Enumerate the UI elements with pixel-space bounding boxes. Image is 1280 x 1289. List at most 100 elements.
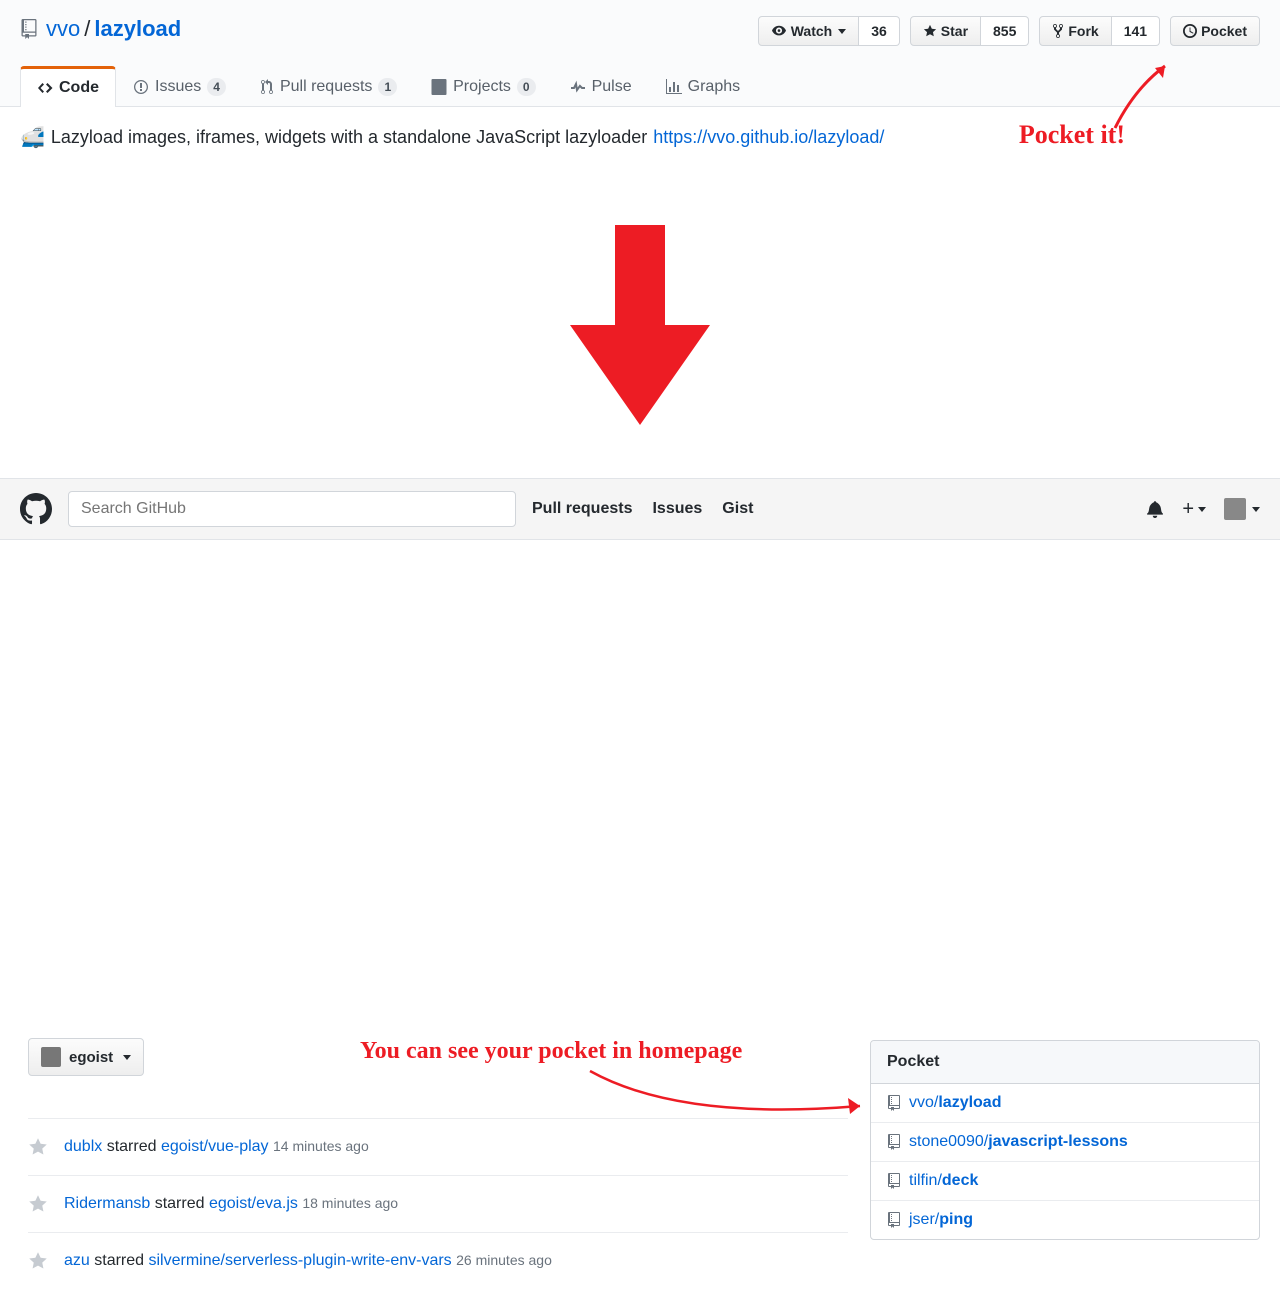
avatar-icon	[1224, 498, 1246, 520]
feed-item: azu starred silvermine/serverless-plugin…	[28, 1232, 848, 1289]
tab-pulls-label: Pull requests	[280, 78, 373, 96]
project-icon	[431, 79, 447, 95]
code-icon	[37, 80, 53, 96]
repo-head: vvo / lazyload Watch 36 Star 855	[20, 16, 1260, 46]
feed-time: 26 minutes ago	[456, 1252, 552, 1268]
tab-pulse[interactable]: Pulse	[553, 66, 649, 106]
watch-count[interactable]: 36	[859, 16, 900, 46]
star-group: Star 855	[910, 16, 1030, 46]
feed-time: 18 minutes ago	[302, 1195, 398, 1211]
feed-repo-link[interactable]: egoist/vue-play	[161, 1138, 269, 1155]
feed-actor-link[interactable]: Ridermansb	[64, 1195, 150, 1212]
repo-nav: Code Issues 4 Pull requests 1 Projects 0…	[20, 66, 1260, 106]
repo-url-link[interactable]: https://vvo.github.io/lazyload/	[653, 127, 884, 148]
pocket-icon	[1183, 24, 1197, 38]
feed-actor-link[interactable]: dublx	[64, 1138, 102, 1155]
eye-icon	[771, 24, 787, 38]
tab-pulse-label: Pulse	[592, 78, 632, 96]
fork-button[interactable]: Fork	[1039, 16, 1111, 46]
projects-counter: 0	[517, 78, 536, 96]
bell-icon[interactable]	[1146, 500, 1164, 518]
tab-graphs[interactable]: Graphs	[649, 66, 757, 106]
feed-repo-link[interactable]: egoist/eva.js	[209, 1195, 298, 1212]
pr-icon	[260, 79, 274, 95]
watch-group: Watch 36	[758, 16, 900, 46]
repo-icon	[20, 19, 38, 39]
tab-code[interactable]: Code	[20, 66, 116, 107]
pocket-item[interactable]: tilfin/deck	[871, 1161, 1259, 1200]
repo-icon	[887, 1095, 901, 1111]
nav-gist[interactable]: Gist	[722, 500, 753, 518]
pulls-counter: 1	[378, 78, 397, 96]
dashboard-area: Pull requests Issues Gist + egoist dublx…	[0, 478, 1280, 540]
feed-item: Ridermansb starred egoist/eva.js 18 minu…	[28, 1175, 848, 1232]
user-context-select[interactable]: egoist	[28, 1038, 144, 1076]
search-input[interactable]	[68, 491, 516, 527]
repo-name-link[interactable]: lazyload	[94, 16, 181, 42]
tab-projects-label: Projects	[453, 78, 511, 96]
user-select-label: egoist	[69, 1049, 113, 1066]
pocket-label: Pocket	[1201, 23, 1247, 39]
pulse-icon	[570, 79, 586, 95]
plus-menu[interactable]: +	[1182, 498, 1206, 521]
repo-desc-text: Lazyload images, iframes, widgets with a…	[51, 127, 647, 148]
github-logo-icon[interactable]	[20, 493, 52, 525]
feed-repo-link[interactable]: silvermine/serverless-plugin-write-env-v…	[148, 1252, 451, 1269]
tab-pulls[interactable]: Pull requests 1	[243, 66, 414, 106]
star-label: Star	[941, 23, 968, 39]
pocket-item[interactable]: stone0090/javascript-lessons	[871, 1122, 1259, 1161]
header-right: +	[1146, 498, 1260, 521]
pocket-repo-link[interactable]: jser/ping	[909, 1211, 973, 1229]
pocket-repo-link[interactable]: stone0090/javascript-lessons	[909, 1133, 1128, 1151]
nav-pulls[interactable]: Pull requests	[532, 500, 632, 518]
star-button[interactable]: Star	[910, 16, 981, 46]
annotation-homepage: You can see your pocket in homepage	[360, 1038, 742, 1065]
caret-down-icon	[123, 1055, 131, 1060]
tab-projects[interactable]: Projects 0	[414, 66, 552, 106]
watch-label: Watch	[791, 23, 832, 39]
feed-item: dublx starred egoist/vue-play 14 minutes…	[28, 1118, 848, 1175]
graph-icon	[666, 79, 682, 95]
pocket-repo-link[interactable]: tilfin/deck	[909, 1172, 978, 1190]
tab-code-label: Code	[59, 79, 99, 97]
pocket-repo-link[interactable]: vvo/lazyload	[909, 1094, 1001, 1112]
repo-actions: Watch 36 Star 855 Fork 141	[758, 16, 1260, 46]
feed-actor-link[interactable]: azu	[64, 1252, 90, 1269]
fork-group: Fork 141	[1039, 16, 1160, 46]
pocket-item[interactable]: jser/ping	[871, 1200, 1259, 1239]
caret-down-icon	[1198, 507, 1206, 512]
repo-icon	[887, 1212, 901, 1228]
repo-owner-link[interactable]: vvo	[46, 16, 80, 42]
issues-counter: 4	[207, 78, 226, 96]
pocket-item[interactable]: vvo/lazyload	[871, 1084, 1259, 1122]
pocket-panel-title: Pocket	[871, 1041, 1259, 1084]
repo-emoji: 🚅	[20, 125, 45, 150]
nav-issues[interactable]: Issues	[652, 500, 702, 518]
arrow-curve-2-icon	[580, 1066, 880, 1126]
pocket-button[interactable]: Pocket	[1170, 16, 1260, 46]
tab-graphs-label: Graphs	[688, 78, 740, 96]
repo-icon	[887, 1134, 901, 1150]
star-icon	[28, 1137, 48, 1157]
star-icon	[923, 24, 937, 38]
avatar-small-icon	[41, 1047, 61, 1067]
repo-sep: /	[84, 16, 90, 42]
fork-label: Fork	[1068, 23, 1098, 39]
tab-issues[interactable]: Issues 4	[116, 66, 243, 106]
global-header: Pull requests Issues Gist +	[0, 478, 1280, 540]
feed-time: 14 minutes ago	[273, 1138, 369, 1154]
search-box	[68, 491, 516, 527]
repo-title: vvo / lazyload	[20, 16, 181, 42]
tab-issues-label: Issues	[155, 78, 201, 96]
issue-icon	[133, 79, 149, 95]
header-nav: Pull requests Issues Gist	[532, 500, 753, 518]
watch-button[interactable]: Watch	[758, 16, 859, 46]
fork-count[interactable]: 141	[1112, 16, 1160, 46]
caret-down-icon	[838, 29, 846, 34]
avatar-menu[interactable]	[1224, 498, 1260, 520]
star-icon	[28, 1251, 48, 1271]
star-count[interactable]: 855	[981, 16, 1029, 46]
caret-down-icon	[1252, 507, 1260, 512]
arrow-curve-icon	[1105, 58, 1185, 138]
fork-icon	[1052, 23, 1064, 39]
